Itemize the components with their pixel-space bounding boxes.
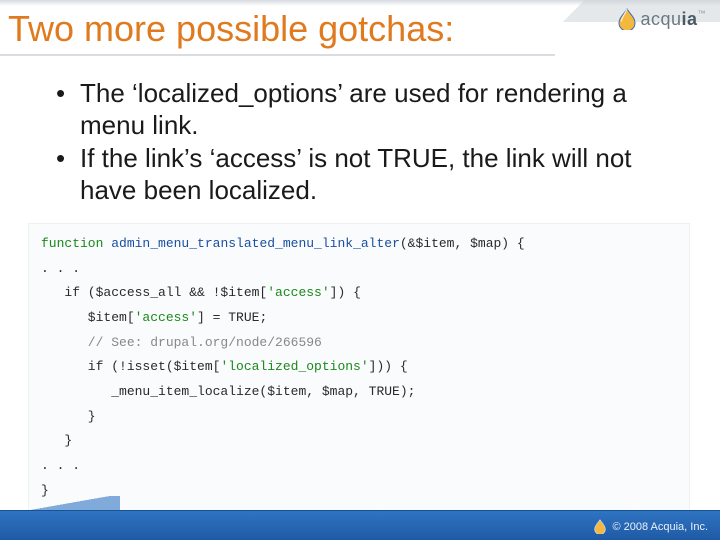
brand-name: acquia™ <box>640 9 706 30</box>
list-item: The ‘localized_options’ are used for ren… <box>52 78 650 141</box>
slide: acquia™ Two more possible gotchas: The ‘… <box>0 0 720 540</box>
list-item: If the link’s ‘access’ is not TRUE, the … <box>52 143 650 206</box>
brand-logo: acquia™ <box>618 8 706 30</box>
droplet-icon <box>618 8 636 30</box>
code-block: function admin_menu_translated_menu_link… <box>28 223 690 515</box>
bullet-list: The ‘localized_options’ are used for ren… <box>52 78 650 207</box>
copyright-text: © 2008 Acquia, Inc. <box>612 521 708 533</box>
footer-accent <box>0 496 120 510</box>
slide-title: Two more possible gotchas: <box>0 0 555 56</box>
droplet-icon <box>594 519 606 534</box>
copyright: © 2008 Acquia, Inc. <box>594 519 708 534</box>
footer-bar: © 2008 Acquia, Inc. <box>0 510 720 540</box>
